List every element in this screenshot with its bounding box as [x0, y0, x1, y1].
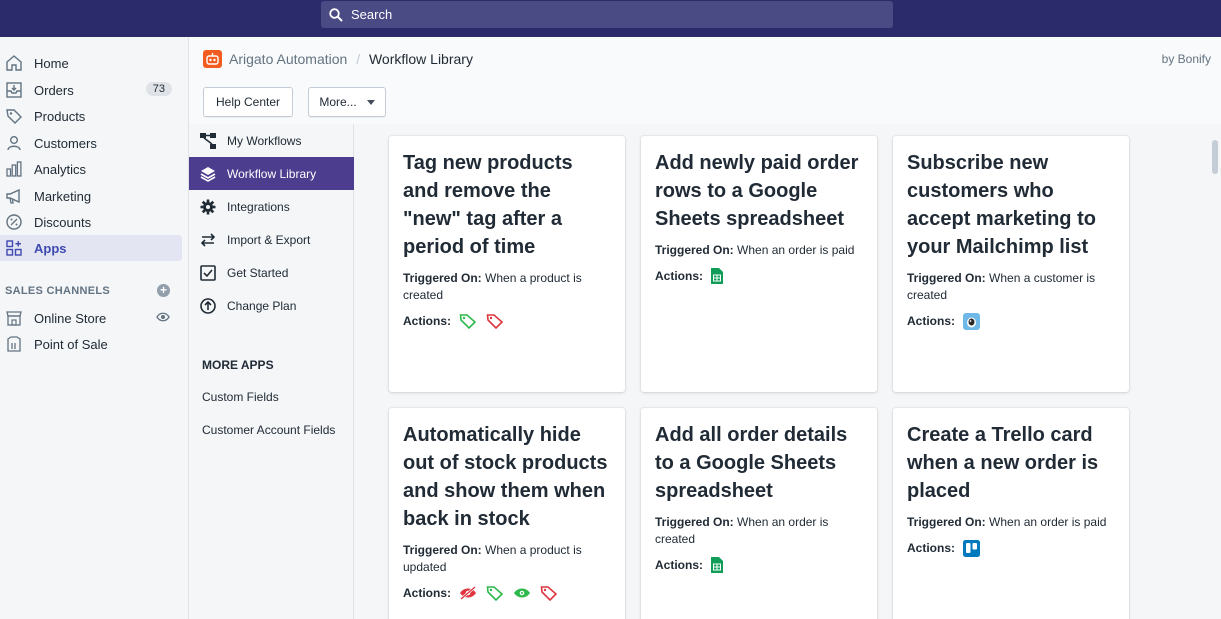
workflow-card-trigger: Triggered On: When a product is created [403, 271, 582, 302]
orders-count-badge: 73 [145, 82, 172, 96]
link-custom-fields[interactable]: Custom Fields [202, 390, 279, 404]
add-tag-icon [459, 314, 477, 329]
sales-channels-header: SALES CHANNELS [5, 285, 111, 297]
add-channel-icon[interactable]: + [157, 284, 170, 297]
sidebar-item-analytics[interactable]: Analytics [0, 156, 182, 182]
workflow-card[interactable]: Add all order details to a Google Sheets… [641, 408, 877, 619]
app-subnav: My Workflows Workflow Library Integratio… [189, 124, 354, 619]
search-icon [329, 7, 343, 22]
subnav-workflow-library[interactable]: Workflow Library [189, 157, 354, 190]
workflow-card-trigger: Triggered On: When a customer is created [907, 271, 1096, 302]
discount-icon [6, 214, 22, 230]
workflow-card-title: Automatically hide out of stock products… [403, 424, 608, 530]
workflow-card-actions: Actions: [403, 312, 611, 330]
app-header: Arigato Automation / Workflow Library by… [189, 37, 1221, 124]
workflow-library-grid: Tag new products and remove the "new" ta… [355, 124, 1221, 619]
person-icon [7, 136, 21, 151]
workflow-card-actions: Actions: [907, 539, 1115, 557]
megaphone-icon [6, 188, 20, 204]
apps-icon [6, 240, 22, 256]
workflow-card-trigger: Triggered On: When a product is updated [403, 543, 582, 574]
tag-icon [6, 109, 22, 124]
add-tag-icon [486, 586, 504, 601]
chevron-down-icon [366, 99, 375, 105]
arigato-logo-icon [203, 50, 222, 68]
admin-sidebar: Home Orders 73 Products Customers Analyt… [0, 37, 189, 619]
eye-icon[interactable] [156, 311, 170, 323]
sidebar-item-point-of-sale[interactable]: Point of Sale [0, 331, 182, 357]
workflow-card[interactable]: Add newly paid order rows to a Google Sh… [641, 136, 877, 392]
search-placeholder: Search [351, 7, 393, 22]
byline: by Bonify [1161, 52, 1211, 66]
workflow-card-actions: Actions: [907, 312, 1115, 330]
breadcrumb-parent[interactable]: Arigato Automation [229, 51, 347, 67]
workflow-card-actions: Actions: [655, 267, 863, 285]
hide-eye-icon [460, 586, 476, 600]
search-input[interactable]: Search [321, 1, 893, 28]
mailchimp-icon [963, 312, 980, 330]
top-bar: Search [0, 0, 1221, 37]
store-icon [6, 311, 22, 326]
pos-icon [7, 336, 21, 352]
main-scrollbar-thumb[interactable] [1212, 140, 1218, 174]
sidebar-item-apps[interactable]: Apps [0, 235, 182, 261]
bar-chart-icon [6, 161, 22, 177]
sidebar-item-marketing[interactable]: Marketing [0, 183, 182, 209]
workflow-card-actions: Actions: [655, 556, 863, 574]
sidebar-item-home[interactable]: Home [0, 50, 182, 76]
sidebar-item-discounts[interactable]: Discounts [0, 209, 182, 235]
workflow-icon [200, 133, 216, 149]
workflow-card-trigger: Triggered On: When an order is paid [907, 515, 1107, 529]
workflow-card-trigger: Triggered On: When an order is paid [655, 243, 855, 257]
workflow-card-title: Tag new products and remove the "new" ta… [403, 152, 573, 258]
workflow-card-title: Add all order details to a Google Sheets… [655, 424, 848, 502]
gear-icon [200, 199, 216, 215]
swap-arrows-icon [200, 233, 216, 247]
workflow-card[interactable]: Automatically hide out of stock products… [389, 408, 625, 619]
trello-icon [963, 539, 980, 557]
workflow-card[interactable]: Create a Trello card when a new order is… [893, 408, 1129, 619]
workflow-card-trigger: Triggered On: When an order is created [655, 515, 829, 546]
breadcrumb: Arigato Automation / Workflow Library [229, 51, 473, 67]
remove-tag-icon [540, 586, 558, 601]
more-button[interactable]: More... [308, 87, 386, 117]
checkbox-icon [200, 265, 216, 281]
show-eye-icon [514, 588, 530, 598]
google-sheets-icon [711, 268, 723, 284]
sidebar-item-customers[interactable]: Customers [0, 130, 182, 156]
layers-icon [200, 167, 216, 182]
sidebar-item-online-store[interactable]: Online Store [0, 305, 182, 331]
remove-tag-icon [486, 314, 504, 329]
workflow-card-actions: Actions: [403, 584, 611, 602]
workflow-card[interactable]: Subscribe new customers who accept marke… [893, 136, 1129, 392]
arrow-up-circle-icon [200, 298, 216, 314]
google-sheets-icon [711, 557, 723, 573]
more-apps-header: MORE APPS [202, 358, 274, 372]
orders-icon [6, 82, 22, 98]
sidebar-item-products[interactable]: Products [0, 103, 182, 129]
workflow-card-title: Add newly paid order rows to a Google Sh… [655, 152, 859, 230]
subnav-import-export[interactable]: Import & Export [189, 223, 354, 256]
link-customer-account-fields[interactable]: Customer Account Fields [202, 423, 335, 437]
help-center-button[interactable]: Help Center [203, 87, 293, 117]
breadcrumb-current: Workflow Library [368, 51, 473, 67]
workflow-card[interactable]: Tag new products and remove the "new" ta… [389, 136, 625, 392]
home-icon [6, 55, 22, 71]
subnav-get-started[interactable]: Get Started [189, 256, 354, 289]
subnav-my-workflows[interactable]: My Workflows [189, 124, 354, 157]
subnav-change-plan[interactable]: Change Plan [189, 289, 354, 322]
workflow-card-title: Subscribe new customers who accept marke… [907, 152, 1096, 258]
subnav-integrations[interactable]: Integrations [189, 190, 354, 223]
sidebar-item-orders[interactable]: Orders 73 [0, 77, 182, 103]
workflow-card-title: Create a Trello card when a new order is… [907, 424, 1099, 502]
